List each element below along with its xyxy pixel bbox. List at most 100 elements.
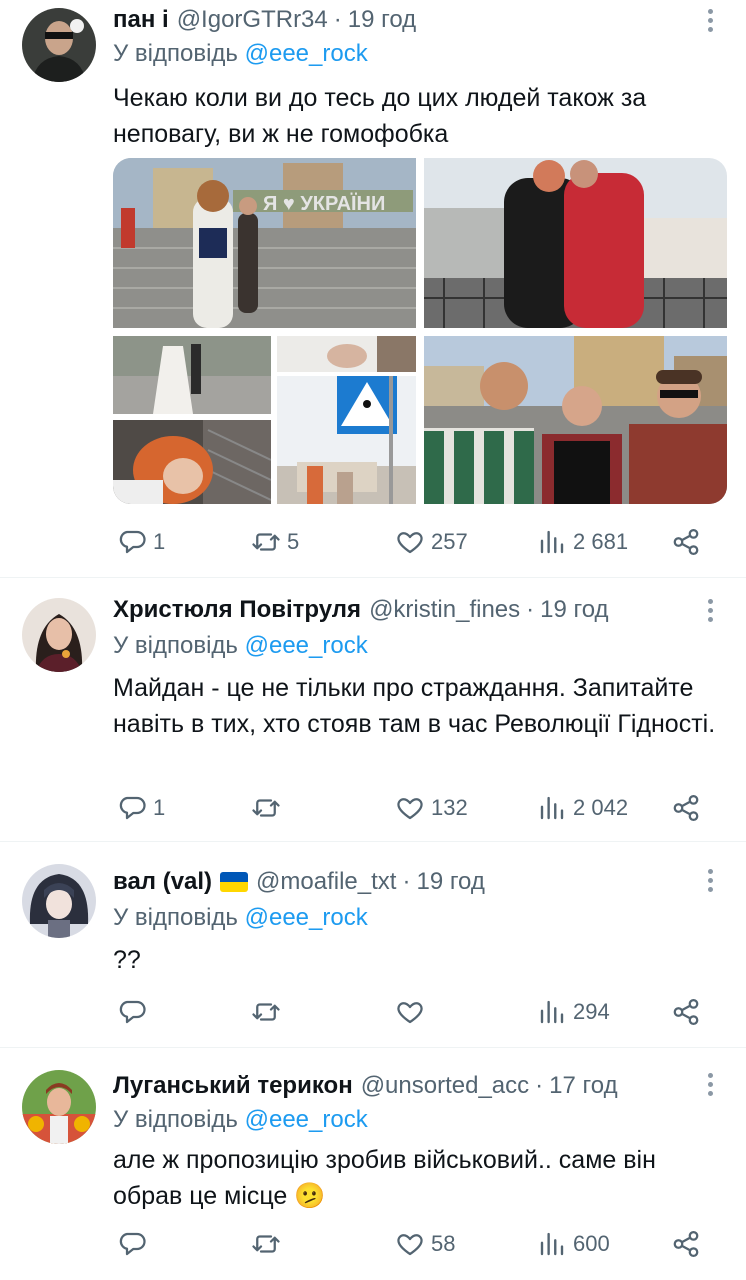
retweet-button[interactable] <box>251 788 287 828</box>
author-name[interactable]: пан і <box>113 6 169 34</box>
photo[interactable] <box>113 420 271 504</box>
views-button[interactable]: 600 <box>537 1224 610 1264</box>
author-name[interactable]: вал (val) <box>113 868 212 896</box>
author-handle[interactable]: @IgorGTRr34 <box>177 6 328 34</box>
retweet-icon <box>252 1003 280 1021</box>
tweet-actions: 58 600 <box>113 1224 713 1264</box>
reply-tweet[interactable]: Христюля Повітруля @kristin_fines · 19 г… <box>0 578 746 842</box>
reply-feed: пан і @IgorGTRr34 · 19 год У відповідь @… <box>0 0 746 1280</box>
timestamp[interactable]: 19 год <box>540 596 608 624</box>
like-button[interactable]: 257 <box>395 522 468 562</box>
author-handle[interactable]: @unsorted_acc <box>361 1072 529 1100</box>
avatar[interactable] <box>22 864 96 938</box>
views-count: 2 042 <box>573 795 629 820</box>
separator-dot: · <box>526 596 535 623</box>
like-count: 132 <box>431 795 468 820</box>
retweet-icon <box>252 799 280 817</box>
author-handle[interactable]: @kristin_fines <box>369 596 520 624</box>
avatar[interactable] <box>22 1070 96 1144</box>
heart-icon <box>397 1234 423 1256</box>
avatar-image <box>22 598 96 672</box>
replying-to-label: У відповідь <box>113 1106 238 1133</box>
like-button[interactable]: 58 <box>395 1224 455 1264</box>
replying-to: У відповідь @eee_rock <box>113 632 368 660</box>
share-button[interactable] <box>671 788 701 828</box>
more-icon[interactable] <box>700 592 720 628</box>
like-count: 257 <box>431 529 468 554</box>
timestamp[interactable]: 19 год <box>416 868 484 896</box>
reply-count: 1 <box>153 529 166 554</box>
reply-icon <box>119 1000 146 1024</box>
photo[interactable] <box>277 376 416 504</box>
reply-icon <box>119 1232 146 1256</box>
share-button[interactable] <box>671 522 701 562</box>
views-button[interactable]: 294 <box>537 992 610 1032</box>
tweet-text: Майдан - це не тільки про страждання. За… <box>113 674 716 738</box>
views-count: 2 681 <box>573 529 629 554</box>
reply-count: 1 <box>153 795 166 820</box>
reply-icon <box>119 796 146 820</box>
views-icon <box>540 1000 564 1024</box>
reply-icon <box>119 530 146 554</box>
timestamp[interactable]: 19 год <box>348 6 416 34</box>
reply-mention-link[interactable]: @eee_rock <box>245 904 368 931</box>
reply-button[interactable]: 1 <box>117 788 165 828</box>
reply-button[interactable]: 1 <box>117 522 165 562</box>
photo[interactable] <box>277 336 416 372</box>
reply-button[interactable] <box>117 992 153 1032</box>
share-icon <box>673 1231 699 1257</box>
avatar[interactable] <box>22 8 96 82</box>
reply-tweet[interactable]: пан і @IgorGTRr34 · 19 год У відповідь @… <box>0 0 746 578</box>
replying-to: У відповідь @eee_rock <box>113 40 368 68</box>
separator-dot: · <box>535 1072 544 1099</box>
tweet-actions: 1 132 2 042 <box>113 788 713 828</box>
share-icon <box>673 529 699 555</box>
replying-to: У відповідь @eee_rock <box>113 1106 368 1134</box>
retweet-icon <box>252 1235 280 1253</box>
ukraine-flag-icon <box>220 872 249 892</box>
views-count: 600 <box>573 1231 610 1256</box>
author-name[interactable]: Христюля Повітруля <box>113 596 361 624</box>
like-button[interactable] <box>395 992 431 1032</box>
retweet-button[interactable] <box>251 1224 287 1264</box>
author-handle[interactable]: @moafile_txt <box>256 868 396 896</box>
replying-to-label: У відповідь <box>113 40 238 67</box>
reply-tweet[interactable]: Луганський терикон @unsorted_acc · 17 го… <box>0 1048 746 1280</box>
retweet-button[interactable] <box>251 992 287 1032</box>
retweet-button[interactable]: 5 <box>251 522 299 562</box>
views-button[interactable]: 2 681 <box>537 522 628 562</box>
more-icon[interactable] <box>700 2 720 38</box>
replying-to-label: У відповідь <box>113 904 238 931</box>
more-icon[interactable] <box>700 862 720 898</box>
replying-to-label: У відповідь <box>113 632 238 659</box>
reply-button[interactable] <box>117 1224 153 1264</box>
tweet-actions: 1 5 257 2 681 <box>113 522 713 562</box>
like-button[interactable]: 132 <box>395 788 468 828</box>
tweet-header: пан і @IgorGTRr34 · 19 год <box>113 2 686 38</box>
share-button[interactable] <box>671 992 701 1032</box>
photo[interactable] <box>424 158 727 328</box>
tweet-text: але ж пропозицію зробив військовий.. сам… <box>113 1146 656 1210</box>
reply-mention-link[interactable]: @eee_rock <box>245 40 368 67</box>
timestamp[interactable]: 17 год <box>549 1072 617 1100</box>
reply-mention-link[interactable]: @eee_rock <box>245 1106 368 1133</box>
avatar[interactable] <box>22 598 96 672</box>
retweet-icon <box>252 533 280 551</box>
more-icon[interactable] <box>700 1066 720 1102</box>
reply-tweet[interactable]: вал (val) @moafile_txt · 19 год У відпов… <box>0 842 746 1048</box>
author-name[interactable]: Луганський терикон <box>113 1072 353 1100</box>
separator-dot: · <box>402 868 411 895</box>
svg-text:Я ♥ УКРАЇНИ: Я ♥ УКРАЇНИ <box>263 192 385 215</box>
views-icon <box>540 1232 564 1256</box>
photo[interactable] <box>113 336 271 414</box>
photo[interactable]: Я ♥ УКРАЇНИ <box>113 158 416 328</box>
tweet-text: Чекаю коли ви до тесь до цих людей також… <box>113 84 647 148</box>
views-button[interactable]: 2 042 <box>537 788 628 828</box>
reply-mention-link[interactable]: @eee_rock <box>245 632 368 659</box>
media-grid[interactable]: Я ♥ УКРАЇНИ <box>113 158 727 504</box>
tweet-header: вал (val) @moafile_txt · 19 год <box>113 864 686 900</box>
avatar-image <box>22 864 96 938</box>
photo[interactable] <box>424 336 727 504</box>
share-button[interactable] <box>671 1224 701 1264</box>
retweet-count: 5 <box>287 529 300 554</box>
